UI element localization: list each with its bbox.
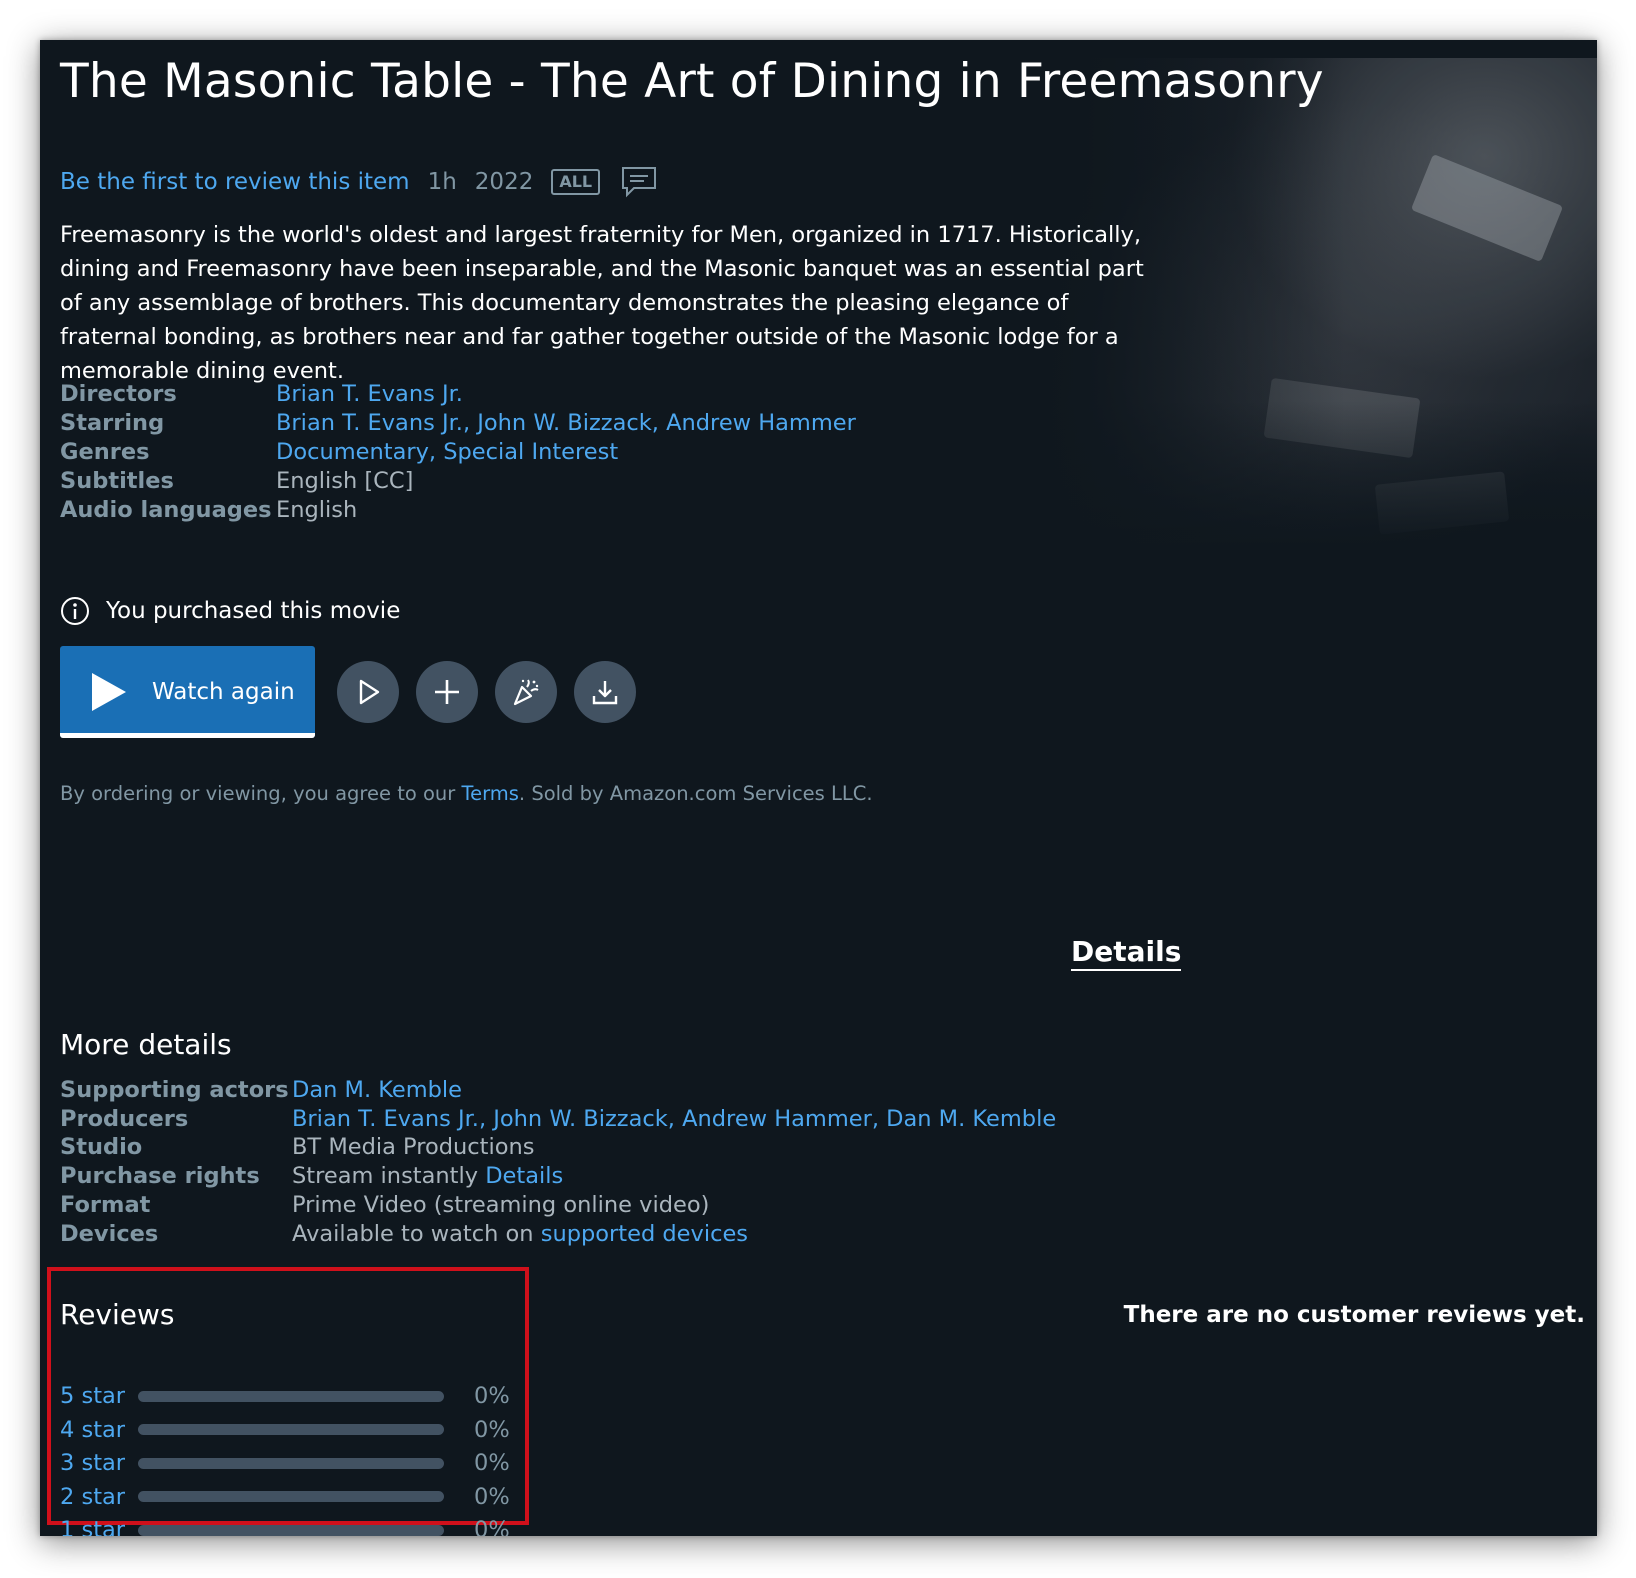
- tab-details[interactable]: Details: [1071, 936, 1182, 971]
- fact-value: English: [276, 497, 358, 523]
- fact-value: BT Media Productions: [292, 1134, 535, 1161]
- star-filter-link[interactable]: 1 star: [60, 1517, 138, 1536]
- add-to-watchlist-button[interactable]: [416, 661, 478, 723]
- duration: 1h: [427, 169, 457, 195]
- actor-link[interactable]: John W. Bizzack,: [477, 409, 659, 438]
- rating-percent: 0%: [474, 1450, 510, 1476]
- synopsis: Freemasonry is the world's oldest and la…: [60, 222, 1144, 384]
- fact-label: Starring: [60, 410, 165, 436]
- watch-again-button[interactable]: Watch again: [60, 646, 315, 738]
- rating-percent: 0%: [474, 1517, 510, 1536]
- rating-percent: 0%: [474, 1416, 510, 1443]
- genre-link[interactable]: Special Interest: [443, 438, 618, 467]
- fact-directors: Directors Brian T. Evans Jr.: [60, 380, 856, 409]
- director-link[interactable]: Brian T. Evans Jr.: [276, 380, 463, 409]
- fact-label: Genres: [60, 439, 150, 465]
- fact-studio: Studio BT Media Productions: [60, 1133, 1056, 1162]
- star-filter-link[interactable]: 4 star: [60, 1417, 138, 1443]
- reviews-title: Reviews: [60, 1298, 175, 1331]
- actor-link[interactable]: Dan M. Kemble: [292, 1076, 462, 1105]
- watch-party-icon: [513, 679, 539, 706]
- fact-label: Studio: [60, 1134, 143, 1161]
- fact-label: Format: [60, 1191, 151, 1218]
- fact-subtitles: Subtitles English [CC]: [60, 467, 856, 496]
- histogram-row: 4 star 0%: [60, 1417, 510, 1443]
- producer-link[interactable]: Brian T. Evans Jr.,: [292, 1105, 486, 1134]
- fact-label: Audio languages: [60, 497, 272, 523]
- review-link[interactable]: Be the first to review this item: [60, 169, 410, 195]
- add-icon: [435, 680, 459, 704]
- star-filter-link[interactable]: 2 star: [60, 1484, 138, 1510]
- histogram-row: 1 star 0%: [60, 1517, 510, 1536]
- star-filter-link[interactable]: 3 star: [60, 1450, 138, 1476]
- histogram-row: 5 star 0%: [60, 1383, 510, 1409]
- histogram-row: 2 star 0%: [60, 1484, 510, 1510]
- star-filter-link[interactable]: 5 star: [60, 1383, 138, 1409]
- maturity-rating-badge: ALL: [551, 169, 601, 195]
- download-icon: [592, 681, 618, 705]
- producer-link[interactable]: Andrew Hammer,: [682, 1105, 879, 1134]
- play-icon: [92, 673, 126, 711]
- release-year: 2022: [474, 169, 534, 195]
- terms-notice: By ordering or viewing, you agree to our…: [60, 782, 873, 805]
- fact-label: Purchase rights: [60, 1163, 260, 1190]
- fact-value: Stream instantly: [292, 1163, 486, 1190]
- more-details-table: Supporting actors Dan M. Kemble Producer…: [60, 1076, 1056, 1248]
- fact-genres: Genres Documentary, Special Interest: [60, 438, 856, 467]
- purchase-notice-text: You purchased this movie: [106, 598, 401, 624]
- fact-value: Available to watch on: [292, 1220, 541, 1247]
- rating-bar: [138, 1424, 444, 1435]
- producer-link[interactable]: Dan M. Kemble: [886, 1105, 1056, 1134]
- fact-producers: Producers Brian T. Evans Jr., John W. Bi…: [60, 1105, 1056, 1134]
- facts-table: Directors Brian T. Evans Jr. Starring Br…: [60, 380, 856, 525]
- meta-row: Be the first to review this item 1h 2022…: [60, 166, 658, 198]
- fact-label: Subtitles: [60, 468, 174, 494]
- actor-link[interactable]: Brian T. Evans Jr.,: [276, 409, 470, 438]
- rating-percent: 0%: [474, 1383, 510, 1409]
- trailer-play-icon: [359, 679, 380, 705]
- fact-devices: Devices Available to watch on supported …: [60, 1220, 1056, 1249]
- download-button[interactable]: [574, 661, 636, 723]
- fact-supporting-actors: Supporting actors Dan M. Kemble: [60, 1076, 1056, 1105]
- page-title: The Masonic Table - The Art of Dining in…: [60, 54, 1324, 109]
- fact-label: Devices: [60, 1220, 159, 1247]
- fact-value: English [CC]: [276, 468, 414, 494]
- actor-link[interactable]: Andrew Hammer: [666, 409, 856, 438]
- fact-label: Supporting actors: [60, 1077, 289, 1103]
- rating-bar: [138, 1524, 444, 1536]
- trailer-button[interactable]: [337, 661, 399, 723]
- genre-link[interactable]: Documentary,: [276, 438, 436, 467]
- more-details-title: More details: [60, 1028, 232, 1061]
- fact-label: Producers: [60, 1105, 189, 1132]
- rating-percent: 0%: [474, 1483, 510, 1510]
- supported-devices-link[interactable]: supported devices: [541, 1220, 748, 1249]
- terms-link[interactable]: Terms: [461, 782, 518, 805]
- fact-value: Prime Video (streaming online video): [292, 1191, 710, 1218]
- fact-label: Directors: [60, 381, 177, 407]
- rights-details-link[interactable]: Details: [485, 1162, 563, 1191]
- histogram-row: 3 star 0%: [60, 1450, 510, 1476]
- rating-bar: [138, 1491, 444, 1502]
- watch-party-button[interactable]: [495, 661, 557, 723]
- cc-icon: [622, 167, 657, 198]
- purchase-notice: You purchased this movie: [60, 596, 400, 626]
- fact-starring: Starring Brian T. Evans Jr., John W. Biz…: [60, 409, 856, 438]
- info-icon: [61, 597, 89, 625]
- fact-purchase-rights: Purchase rights Stream instantly Details: [60, 1162, 1056, 1191]
- fact-audio-languages: Audio languages English: [60, 496, 856, 525]
- rating-bar: [138, 1390, 444, 1402]
- fact-format: Format Prime Video (streaming online vid…: [60, 1191, 1056, 1220]
- rating-bar: [138, 1457, 444, 1469]
- detail-page: The Masonic Table - The Art of Dining in…: [40, 40, 1597, 1536]
- producer-link[interactable]: John W. Bizzack,: [493, 1105, 675, 1134]
- watch-again-label: Watch again: [152, 679, 295, 705]
- no-reviews-message: There are no customer reviews yet.: [1123, 1302, 1585, 1328]
